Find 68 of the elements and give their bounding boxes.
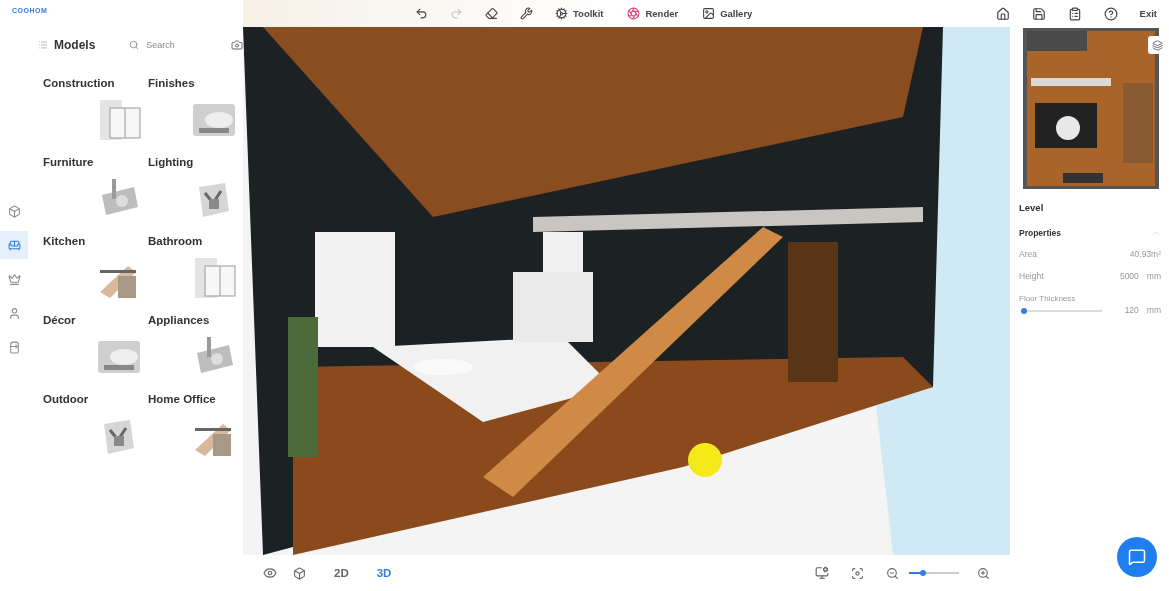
view-mode-tab[interactable]: 3D	[376, 567, 392, 579]
category-label[interactable]: Appliances	[148, 314, 243, 326]
toolbar-button[interactable]	[485, 7, 498, 20]
slider-thumb[interactable]	[1020, 308, 1027, 314]
section-title: Properties	[1019, 228, 1062, 238]
redo-icon	[450, 7, 463, 20]
eraser-icon	[485, 7, 498, 20]
save-icon	[1031, 6, 1046, 21]
category-label[interactable]: Bathroom	[148, 235, 243, 247]
home-icon	[995, 6, 1010, 21]
sofa-icon	[7, 238, 21, 252]
crown-icon	[7, 272, 21, 286]
zoom-in-icon[interactable]	[977, 566, 990, 580]
chat-button[interactable]	[1117, 537, 1157, 577]
slider-thumb[interactable]	[919, 570, 926, 576]
category-label[interactable]: Finishes	[148, 77, 243, 89]
aperture-icon	[627, 7, 641, 20]
image-icon	[702, 7, 716, 20]
layers-icon	[1151, 39, 1163, 51]
property-value: 5000	[1119, 271, 1139, 281]
toolbar-button[interactable]	[415, 7, 428, 20]
exit-button[interactable]: Exit	[1139, 8, 1157, 19]
property-label: Floor Thickness	[1019, 294, 1077, 303]
toolbar-button[interactable]: Render	[627, 7, 679, 20]
category-tab[interactable]	[0, 231, 28, 259]
cabinet-icon	[7, 340, 21, 354]
chat-icon	[1128, 548, 1146, 566]
toolbar-button[interactable]: Toolkit	[555, 7, 604, 20]
view-mode-tab[interactable]: 2D	[334, 567, 349, 579]
category-label[interactable]: Kitchen	[43, 235, 148, 247]
panel-title: Models	[54, 38, 96, 52]
category-label[interactable]: Home Office	[148, 393, 243, 405]
clipboard-icon	[1067, 6, 1082, 21]
unit-label: mm	[1146, 271, 1161, 281]
help-icon	[1103, 6, 1118, 21]
toolbar-button[interactable]: Gallery	[702, 7, 753, 20]
person-icon	[7, 306, 21, 320]
property-value: 40.93m²	[1129, 249, 1161, 259]
focus-icon[interactable]	[851, 566, 864, 580]
section-title: Level	[1019, 202, 1045, 213]
gear-icon	[555, 7, 568, 20]
property-value: 120	[1124, 305, 1139, 315]
undo-icon	[415, 7, 428, 20]
search-field[interactable]: Search	[144, 39, 205, 51]
cube-icon	[7, 204, 21, 218]
eye-icon[interactable]	[263, 566, 277, 580]
unit-label: mm	[1146, 305, 1161, 315]
toolbar-button[interactable]	[520, 7, 533, 20]
category-label[interactable]: Furniture	[43, 156, 148, 168]
layers-button[interactable]	[1148, 36, 1166, 54]
list-icon	[38, 40, 48, 50]
category-label[interactable]: Construction	[43, 77, 148, 89]
toolbar-button[interactable]	[1103, 6, 1118, 21]
property-label: Area	[1019, 249, 1037, 259]
wrench-icon	[520, 7, 533, 20]
toolbar-button[interactable]	[995, 6, 1010, 21]
search-icon	[129, 40, 140, 50]
camera-icon[interactable]	[231, 39, 243, 51]
thickness-slider[interactable]	[1022, 307, 1102, 315]
zoom-out-icon[interactable]	[886, 566, 899, 580]
category-label[interactable]: Lighting	[148, 156, 243, 168]
category-label[interactable]: Outdoor	[43, 393, 148, 405]
cube-icon[interactable]	[293, 566, 306, 580]
category-label[interactable]: Décor	[43, 314, 148, 326]
camera-settings-icon[interactable]	[815, 566, 829, 580]
toolbar-button[interactable]	[1031, 6, 1046, 21]
toolbar-button[interactable]	[1067, 6, 1082, 21]
property-label: Height	[1019, 271, 1044, 281]
